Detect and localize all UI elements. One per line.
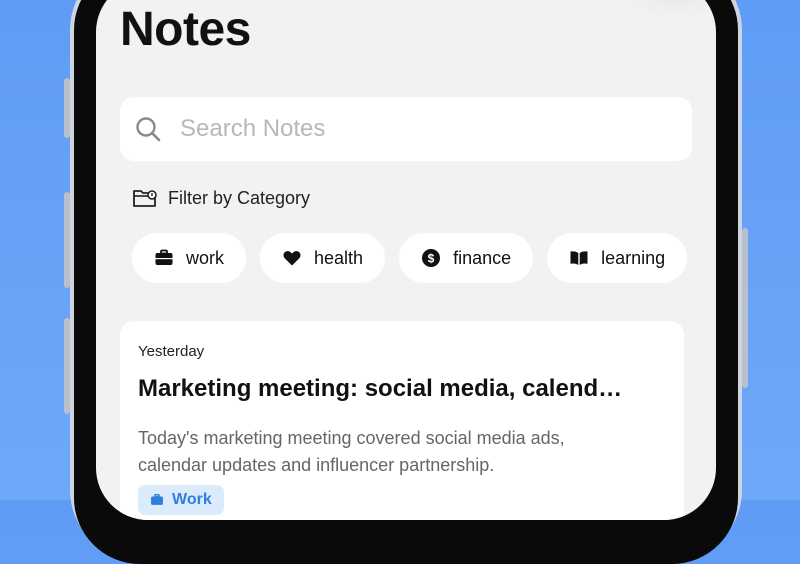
heart-icon [283, 251, 301, 266]
book-icon [570, 251, 588, 265]
note-title: Marketing meeting: social media, calend… [138, 375, 623, 402]
briefcase-icon [155, 249, 173, 265]
category-chip-label: work [186, 247, 225, 268]
filter-header: Filter by Category [132, 187, 310, 209]
search-input[interactable] [178, 114, 662, 144]
mute-switch [64, 78, 70, 138]
power-button [742, 228, 748, 388]
search-bar[interactable] [120, 97, 692, 161]
note-tag-label: Work [172, 491, 212, 508]
filter-label: Filter by Category [168, 187, 311, 208]
category-chip-label: health [314, 247, 364, 268]
app-screen: Notes Filter by Category work [96, 0, 716, 520]
note-tag[interactable]: Work [138, 485, 224, 515]
category-chip-learning[interactable]: learning [547, 233, 688, 283]
folder-filter-icon [133, 190, 157, 207]
category-chips: work health $ finance learning [132, 233, 688, 283]
note-date: Yesterday [138, 343, 205, 360]
category-chip-finance[interactable]: $ finance [399, 233, 534, 283]
category-chip-label: finance [453, 247, 512, 268]
category-chip-health[interactable]: health [260, 233, 386, 283]
volume-down-button [64, 318, 70, 414]
category-chip-work[interactable]: work [132, 233, 247, 283]
top-button-shadow [616, 0, 716, 20]
note-card[interactable]: Yesterday Marketing meeting: social medi… [120, 321, 684, 520]
svg-text:$: $ [428, 252, 435, 266]
category-chip-label: learning [601, 247, 666, 268]
briefcase-icon [151, 494, 163, 505]
search-icon [136, 117, 161, 142]
note-preview: Today's marketing meeting covered social… [138, 428, 565, 475]
dollar-coin-icon: $ [422, 249, 441, 267]
volume-up-button [64, 192, 70, 288]
page-title: Notes [120, 3, 251, 56]
